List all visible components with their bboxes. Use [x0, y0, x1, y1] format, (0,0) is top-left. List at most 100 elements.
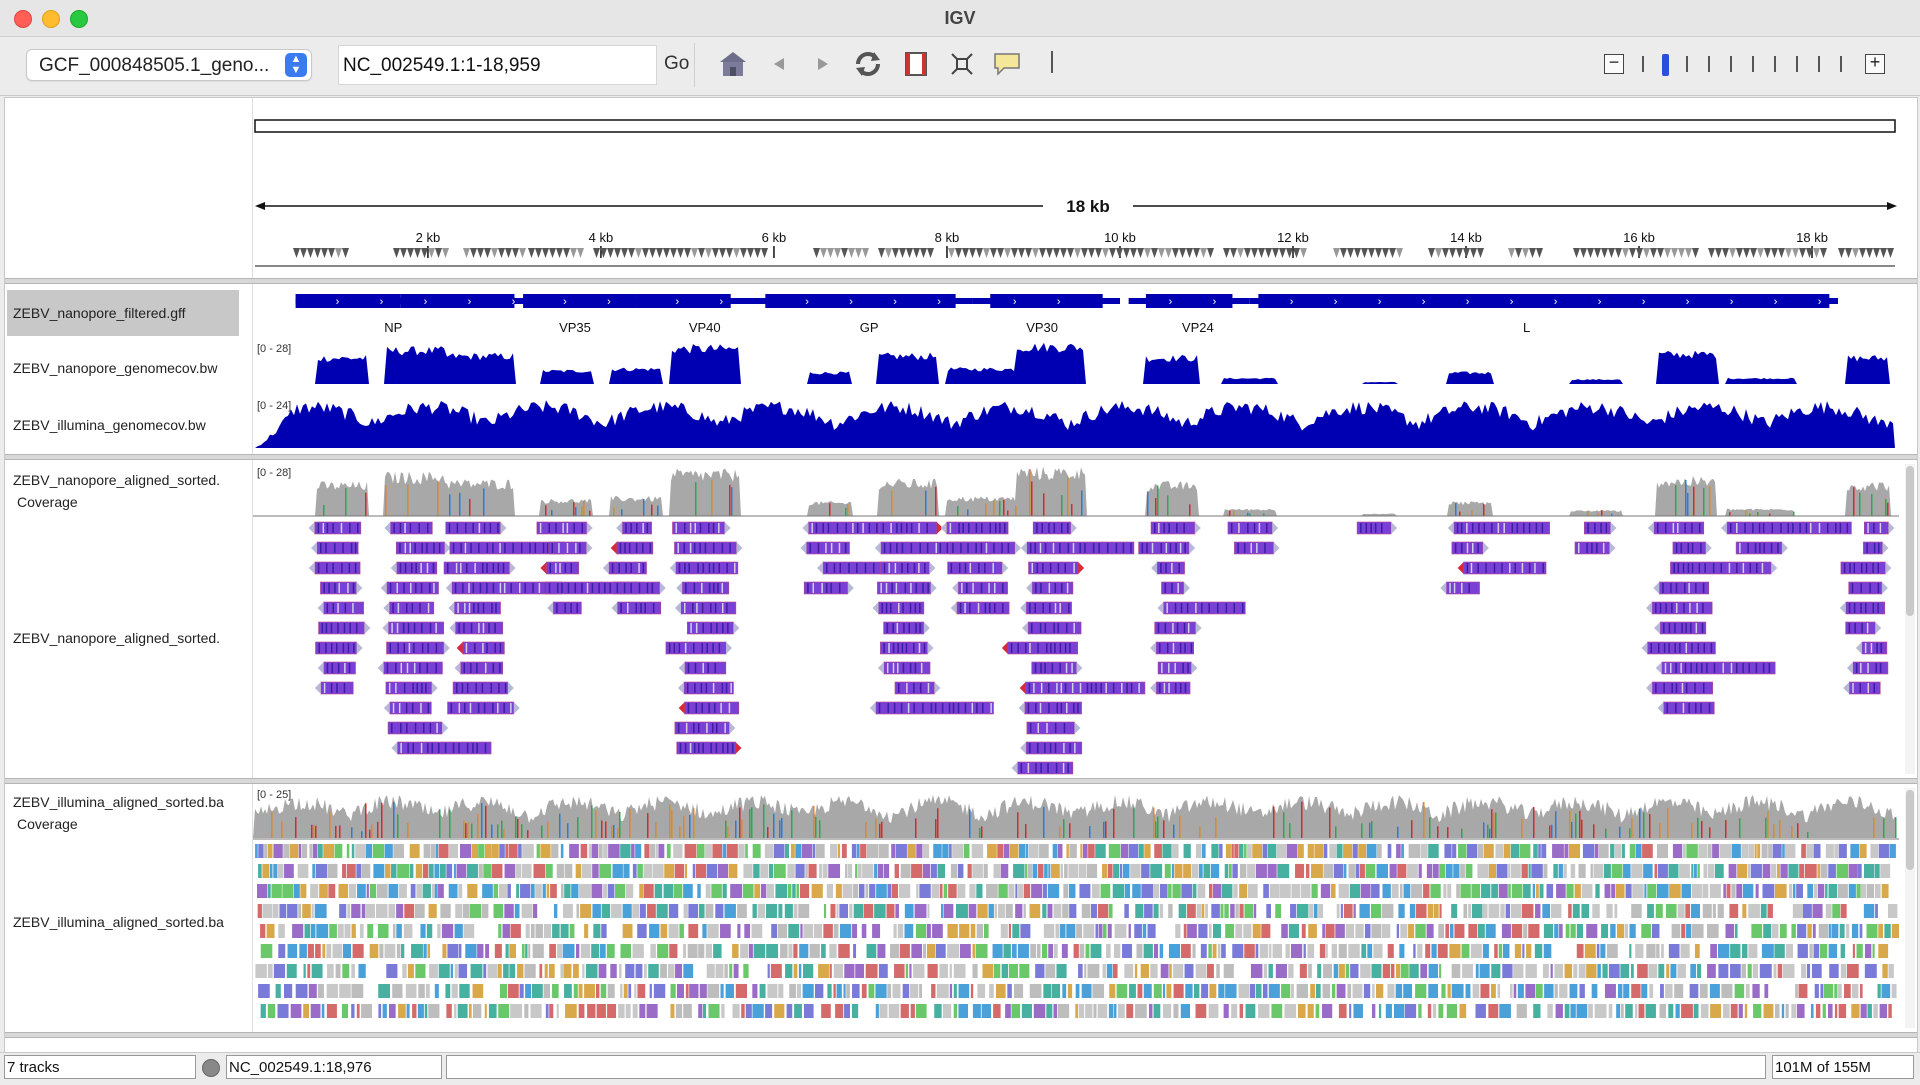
illumina-read[interactable]	[1209, 884, 1213, 898]
illumina-read[interactable]	[1183, 924, 1187, 938]
illumina-read[interactable]	[434, 984, 439, 998]
illumina-read[interactable]	[856, 844, 860, 858]
illumina-read[interactable]	[1112, 884, 1125, 898]
illumina-read[interactable]	[1147, 924, 1156, 938]
illumina-read[interactable]	[1093, 1004, 1097, 1018]
illumina-read[interactable]	[1475, 1004, 1486, 1018]
nanopore-read[interactable]	[454, 601, 501, 615]
illumina-read[interactable]	[695, 864, 707, 878]
illumina-read[interactable]	[1660, 984, 1664, 998]
illumina-read[interactable]	[656, 904, 668, 918]
illumina-read[interactable]	[748, 944, 753, 958]
illumina-read[interactable]	[865, 884, 869, 898]
illumina-read[interactable]	[1128, 924, 1131, 938]
track-name-nanopore-alignments[interactable]: ZEBV_nanopore_aligned_sorted.	[13, 630, 241, 646]
illumina-read[interactable]	[260, 924, 266, 938]
illumina-read[interactable]	[303, 964, 306, 978]
illumina-read[interactable]	[1245, 1004, 1256, 1018]
illumina-read[interactable]	[1460, 864, 1465, 878]
illumina-read[interactable]	[611, 904, 622, 918]
illumina-read[interactable]	[437, 924, 441, 938]
illumina-read[interactable]	[796, 884, 800, 898]
illumina-read[interactable]	[283, 984, 293, 998]
illumina-read[interactable]	[488, 1004, 497, 1018]
illumina-read[interactable]	[1206, 964, 1214, 978]
illumina-read[interactable]	[1042, 904, 1047, 918]
illumina-read[interactable]	[498, 1004, 510, 1018]
illumina-read[interactable]	[1449, 944, 1461, 958]
illumina-read[interactable]	[853, 904, 864, 918]
illumina-read[interactable]	[1371, 884, 1380, 898]
illumina-read[interactable]	[1331, 944, 1338, 958]
illumina-read[interactable]	[1230, 904, 1235, 918]
illumina-read[interactable]	[646, 1004, 658, 1018]
illumina-read[interactable]	[1553, 864, 1558, 878]
illumina-read[interactable]	[485, 944, 490, 958]
illumina-read[interactable]	[1694, 864, 1697, 878]
illumina-read[interactable]	[528, 944, 531, 958]
illumina-read[interactable]	[1109, 984, 1116, 998]
illumina-read[interactable]	[1331, 984, 1336, 998]
genome-dropdown[interactable]: GCF_000848505.1_geno... ▲ ▼	[26, 49, 312, 81]
illumina-read[interactable]	[1729, 904, 1739, 918]
illumina-read[interactable]	[1592, 904, 1600, 918]
illumina-read[interactable]	[1408, 924, 1415, 938]
illumina-read[interactable]	[1774, 944, 1785, 958]
illumina-read[interactable]	[732, 1004, 740, 1018]
illumina-read[interactable]	[1785, 1004, 1789, 1018]
illumina-read[interactable]	[1479, 964, 1490, 978]
illumina-read[interactable]	[470, 964, 483, 978]
illumina-read[interactable]	[440, 904, 451, 918]
illumina-read[interactable]	[916, 844, 923, 858]
illumina-read[interactable]	[556, 864, 565, 878]
illumina-read[interactable]	[1063, 884, 1069, 898]
illumina-read[interactable]	[615, 884, 626, 898]
illumina-read[interactable]	[438, 884, 444, 898]
illumina-read[interactable]	[1563, 864, 1567, 878]
illumina-read[interactable]	[453, 864, 456, 878]
illumina-read[interactable]	[472, 1004, 482, 1018]
illumina-read[interactable]	[1348, 944, 1360, 958]
illumina-read[interactable]	[982, 964, 994, 978]
illumina-read[interactable]	[1359, 904, 1370, 918]
illumina-read[interactable]	[1686, 844, 1698, 858]
illumina-read[interactable]	[1753, 1004, 1762, 1018]
illumina-read[interactable]	[562, 944, 575, 958]
illumina-read[interactable]	[1831, 924, 1839, 938]
illumina-read[interactable]	[531, 984, 543, 998]
illumina-read[interactable]	[1075, 1004, 1078, 1018]
illumina-read[interactable]	[1762, 864, 1771, 878]
illumina-read[interactable]	[1051, 864, 1060, 878]
illumina-read[interactable]	[1572, 904, 1580, 918]
illumina-read[interactable]	[1643, 864, 1653, 878]
illumina-read[interactable]	[525, 924, 530, 938]
illumina-read[interactable]	[1837, 984, 1842, 998]
illumina-read[interactable]	[765, 1004, 773, 1018]
illumina-read[interactable]	[1314, 844, 1324, 858]
illumina-read[interactable]	[1355, 864, 1360, 878]
illumina-read[interactable]	[1867, 1004, 1872, 1018]
illumina-read[interactable]	[1477, 864, 1489, 878]
illumina-read[interactable]	[972, 964, 978, 978]
illumina-read[interactable]	[563, 964, 572, 978]
illumina-read[interactable]	[1031, 884, 1043, 898]
illumina-read[interactable]	[1330, 884, 1336, 898]
illumina-read[interactable]	[950, 864, 958, 878]
illumina-read[interactable]	[454, 964, 458, 978]
illumina-read[interactable]	[1630, 964, 1634, 978]
illumina-read[interactable]	[1080, 844, 1083, 858]
illumina-read[interactable]	[1396, 844, 1401, 858]
illumina-read[interactable]	[835, 884, 842, 898]
illumina-read[interactable]	[1439, 964, 1442, 978]
nanopore-read[interactable]	[1032, 521, 1072, 535]
illumina-read[interactable]	[1095, 924, 1099, 938]
illumina-read[interactable]	[643, 864, 653, 878]
illumina-read[interactable]	[1597, 964, 1601, 978]
illumina-read[interactable]	[1834, 1004, 1838, 1018]
illumina-reads[interactable]	[255, 844, 1901, 1018]
illumina-read[interactable]	[1554, 924, 1559, 938]
illumina-read[interactable]	[1162, 984, 1166, 998]
illumina-read[interactable]	[650, 944, 656, 958]
illumina-read[interactable]	[827, 984, 832, 998]
illumina-read[interactable]	[829, 964, 832, 978]
